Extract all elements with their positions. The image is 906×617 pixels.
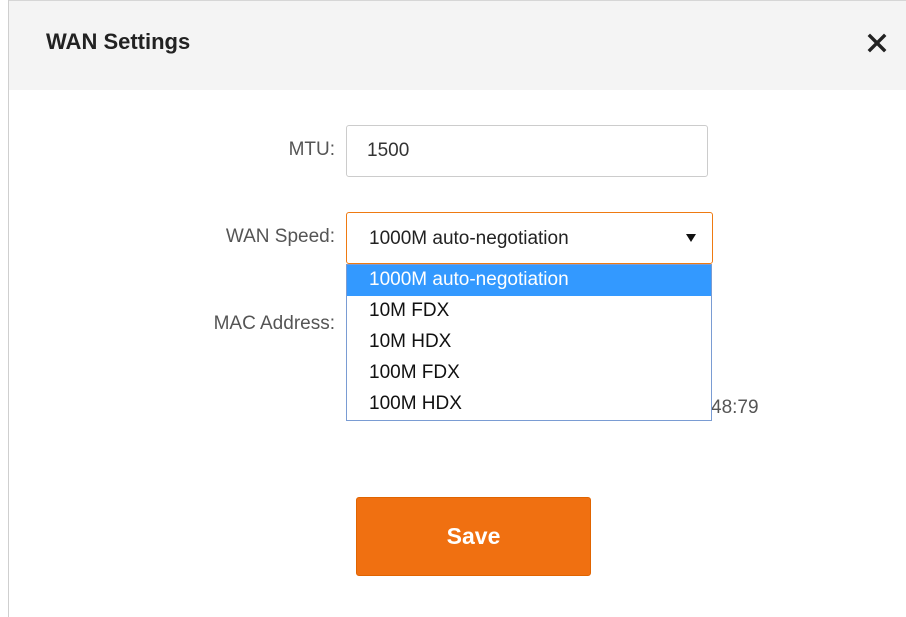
mtu-input[interactable]: 1500: [346, 125, 708, 177]
wan-speed-select[interactable]: 1000M auto-negotiation: [346, 212, 713, 264]
wan-settings-dialog: WAN Settings MTU: 1500 WAN Speed: 1000M …: [8, 0, 906, 617]
wan-speed-selected-value: 1000M auto-negotiation: [369, 228, 569, 249]
save-button[interactable]: Save: [356, 497, 591, 576]
option-100m-hdx[interactable]: 100M HDX: [347, 389, 711, 420]
dialog-header: WAN Settings: [9, 0, 906, 90]
mac-address-value-partial: 48:79: [711, 397, 759, 418]
dialog-title: WAN Settings: [46, 29, 191, 54]
close-icon[interactable]: [865, 31, 889, 55]
mtu-label: MTU:: [288, 139, 335, 160]
mac-address-label: MAC Address:: [213, 313, 335, 334]
option-100m-fdx[interactable]: 100M FDX: [347, 358, 711, 389]
option-1000m-auto-negotiation[interactable]: 1000M auto-negotiation: [347, 265, 711, 296]
wan-speed-dropdown-list: 1000M auto-negotiation 10M FDX 10M HDX 1…: [346, 264, 712, 421]
dropdown-arrow-icon: [685, 231, 697, 245]
wan-speed-label: WAN Speed:: [225, 226, 335, 247]
option-10m-fdx[interactable]: 10M FDX: [347, 296, 711, 327]
option-10m-hdx[interactable]: 10M HDX: [347, 327, 711, 358]
